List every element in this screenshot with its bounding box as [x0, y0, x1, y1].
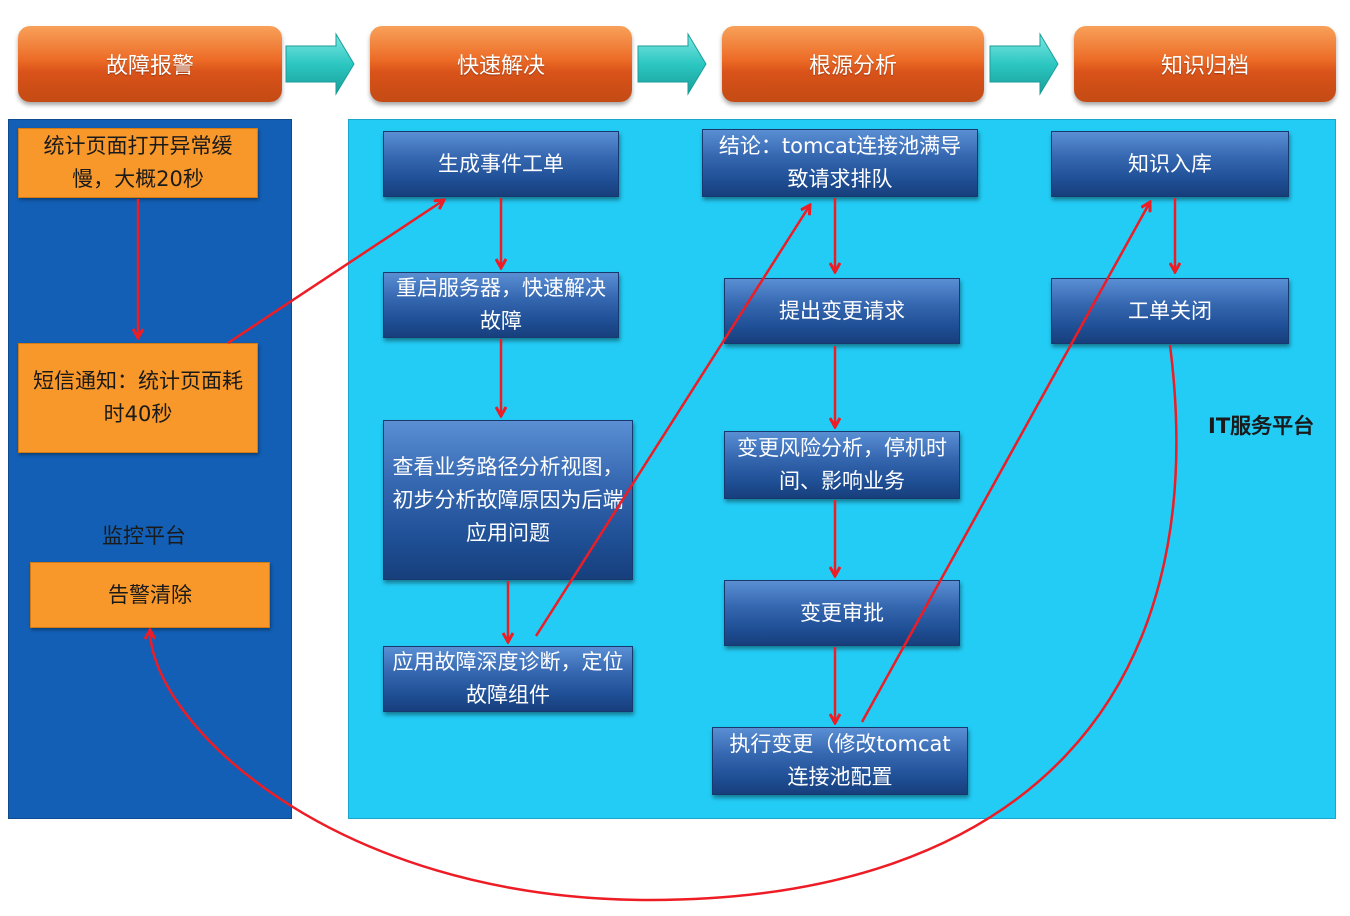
- deep-diagnosis-box: 应用故障深度诊断，定位故障组件: [383, 646, 633, 712]
- change-request-text: 提出变更请求: [779, 298, 905, 323]
- alarm-clear-box: 告警清除: [30, 562, 270, 628]
- path-analysis-text: 查看业务路径分析视图，初步分析故障原因为后端应用问题: [392, 454, 624, 545]
- knowledge-entry-text: 知识入库: [1128, 151, 1212, 176]
- conclusion-box: 结论：tomcat连接池满导致请求排队: [702, 129, 978, 197]
- monitor-platform-label: 监控平台: [102, 524, 186, 548]
- create-ticket-box: 生成事件工单: [383, 131, 619, 197]
- risk-analysis-text: 变更风险分析，停机时间、影响业务: [737, 436, 947, 493]
- sms-notify-box: 短信通知：统计页面耗时40秒: [18, 343, 258, 453]
- restart-server-box: 重启服务器，快速解决故障: [383, 272, 619, 338]
- close-ticket-text: 工单关闭: [1128, 298, 1212, 323]
- change-request-box: 提出变更请求: [724, 278, 960, 344]
- stage-alarm-label: 故障报警: [105, 54, 194, 79]
- stage-quick-resolve-label: 快速解决: [456, 54, 545, 79]
- change-approval-box: 变更审批: [724, 580, 960, 646]
- monitor-platform-region: [8, 119, 292, 819]
- close-ticket-box: 工单关闭: [1051, 278, 1289, 344]
- slow-page-alert-text: 统计页面打开异常缓慢，大概20秒: [43, 134, 233, 191]
- alarm-clear-text: 告警清除: [108, 582, 192, 607]
- risk-analysis-box: 变更风险分析，停机时间、影响业务: [724, 431, 960, 499]
- stage-root-cause: 根源分析: [722, 26, 984, 102]
- stage-quick-resolve: 快速解决: [370, 26, 632, 102]
- restart-server-text: 重启服务器，快速解决故障: [396, 276, 606, 333]
- slow-page-alert-box: 统计页面打开异常缓慢，大概20秒: [18, 128, 258, 198]
- change-approval-text: 变更审批: [800, 600, 884, 625]
- stage-alarm: 故障报警: [18, 26, 282, 102]
- chevron-arrow-1: [285, 32, 355, 96]
- sms-notify-text: 短信通知：统计页面耗时40秒: [33, 369, 243, 426]
- knowledge-entry-box: 知识入库: [1051, 131, 1289, 197]
- execute-change-box: 执行变更（修改tomcat连接池配置: [712, 727, 968, 795]
- execute-change-text: 执行变更（修改tomcat连接池配置: [729, 732, 951, 789]
- create-ticket-text: 生成事件工单: [438, 151, 564, 176]
- path-analysis-box: 查看业务路径分析视图，初步分析故障原因为后端应用问题: [383, 420, 633, 580]
- chevron-arrow-2: [637, 32, 707, 96]
- stage-knowledge-archive-label: 知识归档: [1160, 54, 1249, 79]
- deep-diagnosis-text: 应用故障深度诊断，定位故障组件: [392, 650, 624, 707]
- conclusion-text: 结论：tomcat连接池满导致请求排队: [718, 134, 962, 191]
- it-platform-label: IT服务平台: [1208, 414, 1315, 438]
- stage-root-cause-label: 根源分析: [808, 54, 897, 79]
- chevron-arrow-3: [989, 32, 1059, 96]
- stage-knowledge-archive: 知识归档: [1074, 26, 1336, 102]
